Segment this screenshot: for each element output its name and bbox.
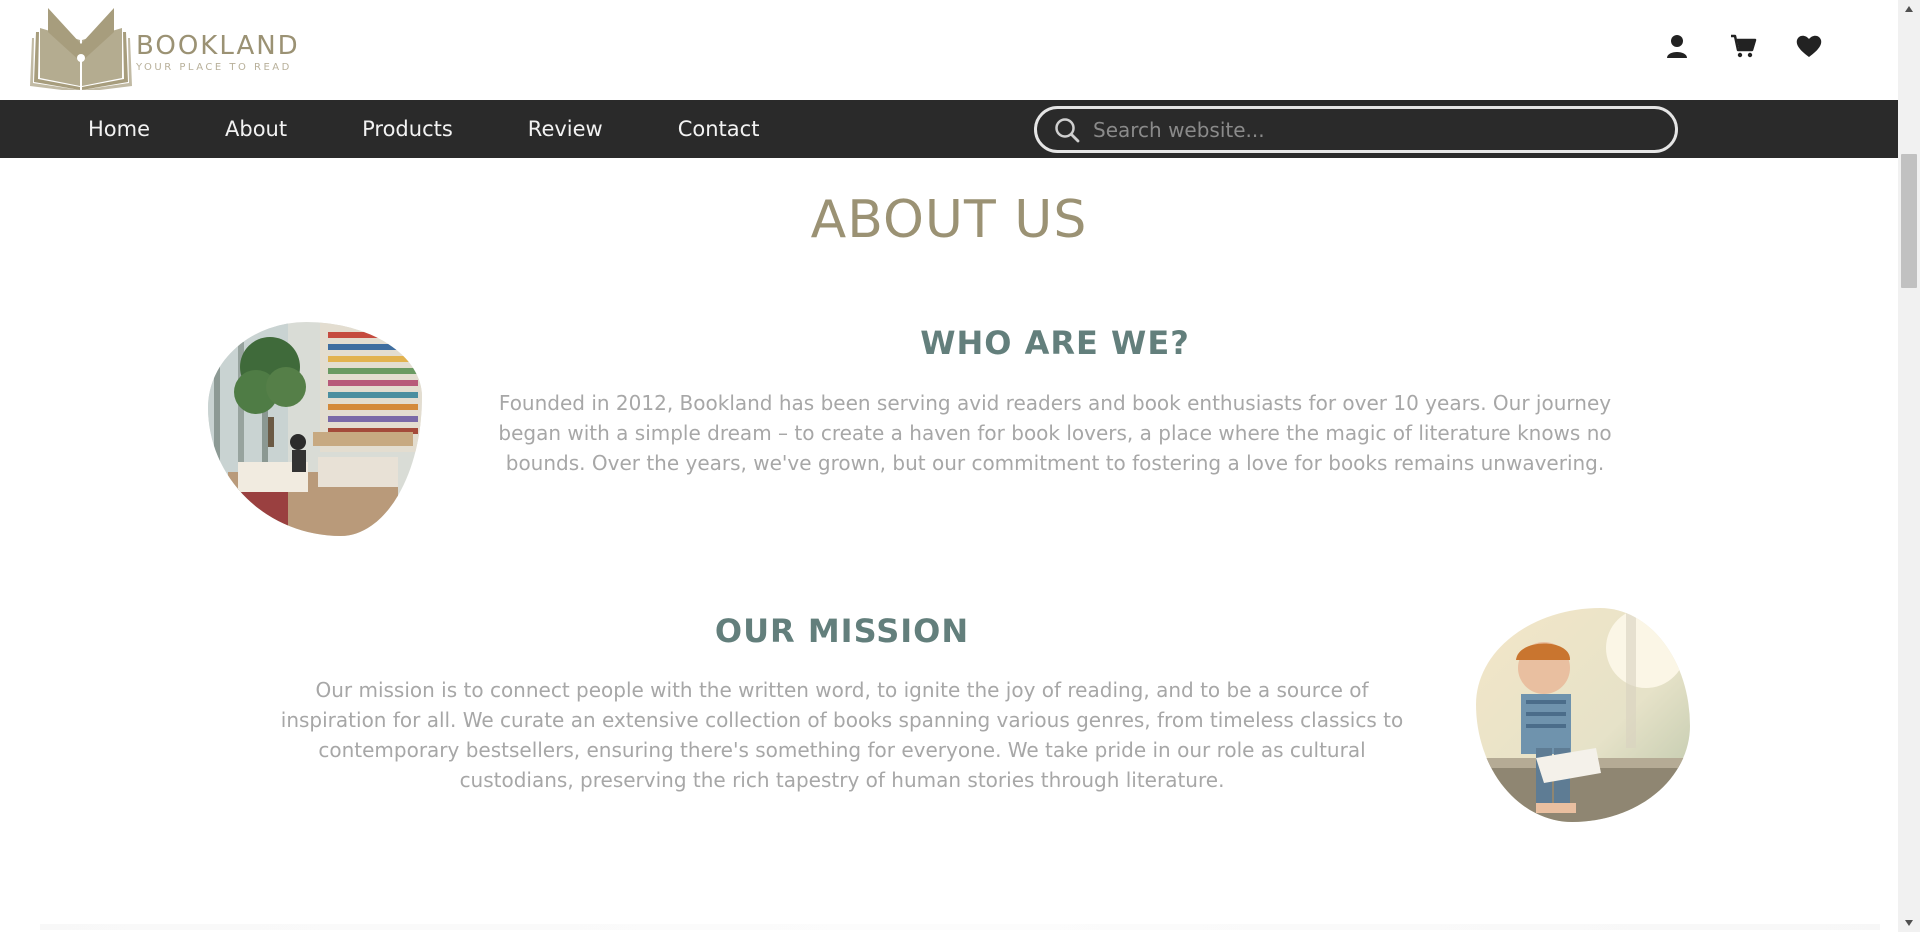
book-logo-icon xyxy=(30,8,132,90)
navbar: Home About Products Review Contact xyxy=(0,100,1898,158)
child-reading-image xyxy=(1476,608,1690,822)
scroll-up-arrow-icon[interactable] xyxy=(1898,0,1920,18)
nav-links: Home About Products Review Contact xyxy=(88,100,834,158)
scroll-down-arrow-icon[interactable] xyxy=(1898,914,1920,932)
page-title: ABOUT US xyxy=(810,190,1088,250)
user-icon[interactable] xyxy=(1663,32,1691,60)
heart-icon[interactable] xyxy=(1795,32,1823,60)
logo[interactable]: BOOKLAND YOUR PLACE TO READ xyxy=(30,8,300,90)
brand-name: BOOKLAND xyxy=(136,31,300,61)
search-icon xyxy=(1055,117,1080,142)
who-are-we-text: Founded in 2012, Bookland has been servi… xyxy=(498,391,1612,475)
cart-icon[interactable] xyxy=(1729,32,1757,60)
nav-link-contact[interactable]: Contact xyxy=(678,117,760,141)
next-section-edge xyxy=(40,924,1880,930)
nav-link-home[interactable]: Home xyxy=(88,117,150,141)
nav-link-products[interactable]: Products xyxy=(362,117,453,141)
nav-link-about[interactable]: About xyxy=(225,117,287,141)
brand-tagline: YOUR PLACE TO READ xyxy=(136,62,292,73)
scroll-thumb[interactable] xyxy=(1901,154,1917,288)
our-mission-text: Our mission is to connect people with th… xyxy=(280,678,1404,792)
search-input[interactable] xyxy=(1093,117,1653,142)
page-scrollbar[interactable] xyxy=(1898,0,1920,932)
search-box[interactable] xyxy=(1034,106,1678,153)
our-mission-heading: OUR MISSION xyxy=(714,612,970,650)
page: BOOKLAND YOUR PLACE TO READ Home About P… xyxy=(0,0,1898,932)
nav-link-review[interactable]: Review xyxy=(528,117,603,141)
bookstore-image xyxy=(208,322,422,536)
header: BOOKLAND YOUR PLACE TO READ xyxy=(0,0,1898,100)
who-are-we-heading: WHO ARE WE? xyxy=(920,324,1190,362)
header-icons xyxy=(1663,32,1823,60)
